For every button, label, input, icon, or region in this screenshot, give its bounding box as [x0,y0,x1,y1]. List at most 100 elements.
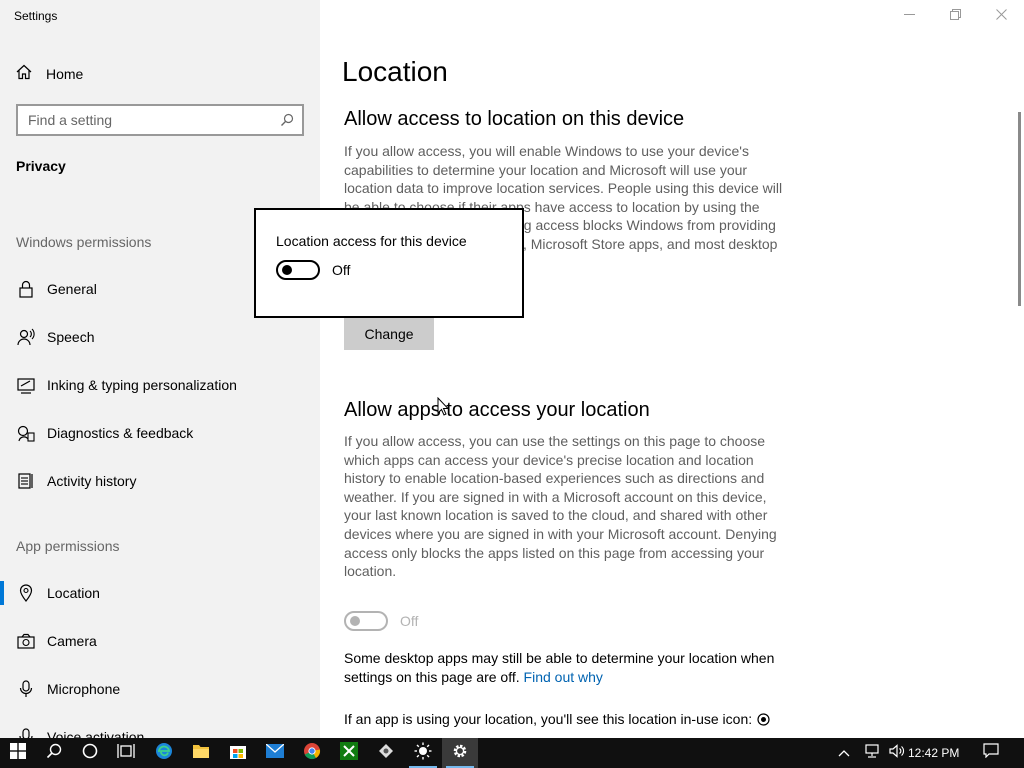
network-button[interactable] [860,738,886,768]
description-line: your last known location is saved to the… [344,507,768,524]
brightness-button[interactable] [405,738,441,768]
in-use-text: If an app is using your location, you'll… [344,711,753,727]
brightness-icon [414,742,432,765]
voice-activation-icon [16,727,36,738]
windows-permissions-heading: Windows permissions [16,234,152,250]
description-line: access only blocks the apps listed on th… [344,544,765,561]
settings-icon [451,742,469,765]
apps-location-toggle[interactable] [344,611,388,631]
volume-button[interactable] [884,738,910,768]
paint-icon [377,742,395,765]
search-box[interactable] [16,104,304,136]
location-access-popup: Location access for this device Off [254,208,524,318]
taskbar-clock[interactable]: 12:42 PM [908,738,959,768]
inking-icon [16,375,36,395]
description-line: which apps can access your device's prec… [344,451,754,468]
description-line: devices where you are signed in with you… [344,525,777,542]
location-icon [16,583,36,603]
xbox-button[interactable] [331,738,367,768]
edge-button[interactable] [146,738,182,768]
description-line: If you allow access, you can use the set… [344,433,766,449]
microphone-icon [16,679,36,699]
edge-icon [155,742,173,765]
sidebar-item-voice-activation[interactable]: Voice activation [0,717,320,738]
network-icon [865,743,881,763]
restore-icon [949,7,961,25]
device-location-toggle-state: Off [332,262,351,278]
notification-center-button[interactable] [976,738,1006,768]
cortana-button[interactable] [72,738,108,768]
xbox-icon [340,741,358,765]
store-button[interactable] [220,738,256,768]
sidebar-item-label: General [47,281,97,297]
close-button[interactable] [978,0,1024,32]
taskbar: 12:42 PM [0,738,1024,768]
page-title: Location [342,56,448,87]
in-use-note: If an app is using your location, you'll… [344,710,794,729]
taskbar-search-button[interactable] [36,738,72,768]
home-label: Home [46,65,84,82]
search-input[interactable] [18,106,258,134]
paint-button[interactable] [368,738,404,768]
device-access-heading: Allow access to location on this device [344,108,685,130]
cortana-icon [82,743,98,764]
sidebar-item-label: Diagnostics & feedback [47,425,194,441]
device-location-toggle[interactable] [276,260,320,280]
mail-button[interactable] [257,738,293,768]
description-line: location data to improve location servic… [344,180,783,197]
apps-access-heading: Allow apps to access your location [344,399,650,421]
sidebar-item-label: Activity history [47,473,137,489]
description-line: capabilities to determine your location … [344,161,748,178]
home-icon [16,64,46,83]
breadcrumb: Privacy [16,158,66,174]
mouse-cursor [437,396,450,421]
sidebar-item-label: Inking & typing personalization [47,377,237,393]
task-view-icon [117,743,135,764]
restore-button[interactable] [932,0,978,32]
find-out-why-link[interactable]: Find out why [524,669,603,685]
file-explorer-button[interactable] [183,738,219,768]
tray-chevron-button[interactable] [832,738,856,768]
scrollbar-thumb[interactable] [1018,112,1021,306]
lock-icon [16,279,36,299]
settings-taskbar-button[interactable] [442,738,478,768]
mail-icon [265,743,285,763]
file-explorer-icon [192,743,210,764]
change-button[interactable]: Change [344,318,434,350]
desktop-apps-note: Some desktop apps may still be able to d… [344,649,794,686]
notification-icon [983,743,999,763]
sidebar-item-label: Camera [47,633,97,649]
description-line: If you allow access, you will enable Win… [344,143,749,159]
apps-location-toggle-state: Off [400,613,419,629]
task-view-button[interactable] [108,738,144,768]
sidebar-item-microphone[interactable]: Microphone [0,669,320,709]
sidebar: Settings Home Privacy Windows permission… [0,0,320,738]
diagnostics-icon [16,423,36,443]
camera-icon [16,631,36,651]
volume-icon [889,743,905,763]
speech-icon [16,327,36,347]
sidebar-item-location[interactable]: Location [0,573,320,613]
chrome-icon [303,742,321,765]
minimize-button[interactable] [886,0,932,32]
location-in-use-icon [757,713,770,726]
sidebar-item-inking[interactable]: Inking & typing personalization [0,365,320,405]
description-line: history to enable location-based experie… [344,470,765,487]
chevron-up-icon [838,744,850,762]
sidebar-item-label: Speech [47,329,95,345]
sidebar-home[interactable]: Home [16,64,83,83]
apps-access-description: If you allow access, you can use the set… [344,432,784,581]
sidebar-item-diagnostics[interactable]: Diagnostics & feedback [0,413,320,453]
start-icon [10,742,26,764]
start-button[interactable] [0,738,36,768]
sidebar-item-camera[interactable]: Camera [0,621,320,661]
sidebar-item-label: Voice activation [47,729,145,738]
search-icon [46,743,62,764]
chrome-button[interactable] [294,738,330,768]
sidebar-item-label: Microphone [47,681,121,697]
sidebar-item-activity-history[interactable]: Activity history [0,461,320,501]
search-icon[interactable] [280,113,294,132]
store-icon [229,742,247,765]
description-line: location. [344,563,397,580]
sidebar-item-speech[interactable]: Speech [0,317,320,357]
